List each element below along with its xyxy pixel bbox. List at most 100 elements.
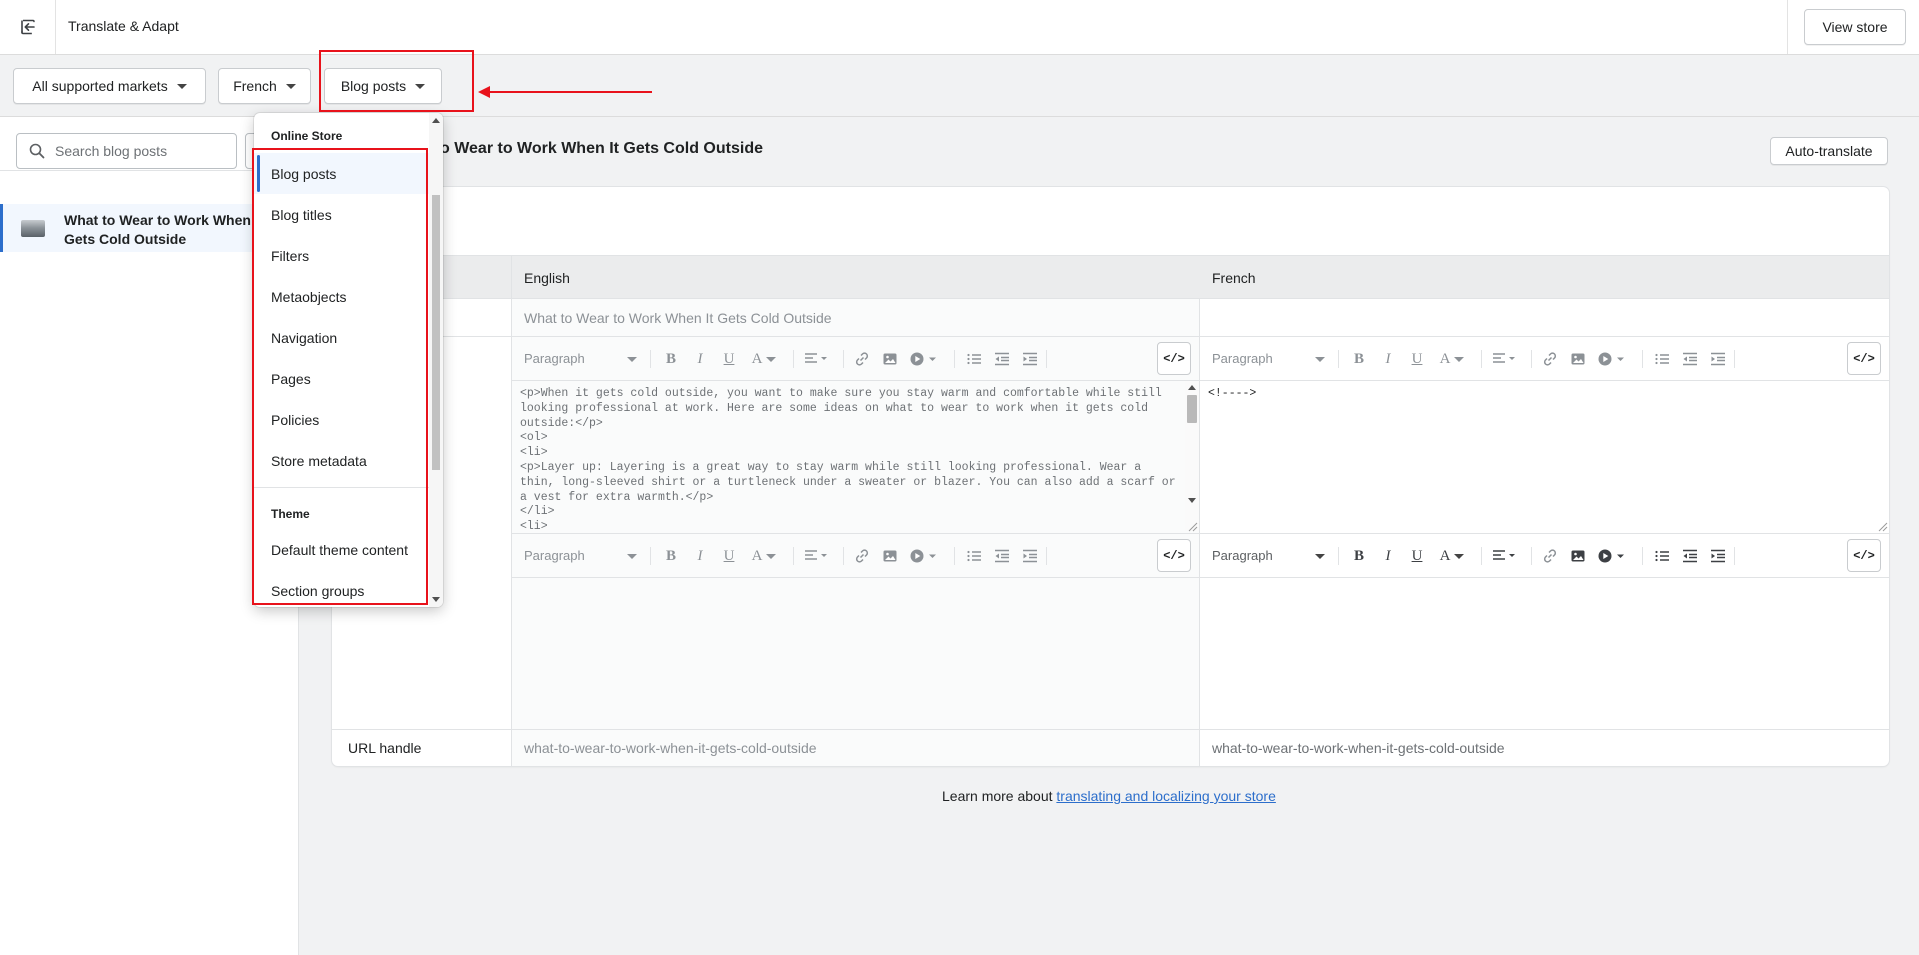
bold-icon: B [1353,350,1364,367]
code-view-toggle[interactable]: </> [1847,342,1881,375]
body-target-editor[interactable]: Paragraph B I U A </> <!----> [1200,337,1889,533]
image-icon [1568,349,1588,369]
caret-down-icon [415,83,426,89]
dropdown-item-blog-posts[interactable]: Blog posts [254,153,429,194]
underline-icon[interactable]: U [1407,546,1427,566]
outdent-icon [1680,349,1700,369]
code-view-toggle[interactable]: </> [1157,539,1191,572]
toolbar-separator [1481,350,1482,368]
dropdown-item-policies[interactable]: Policies [254,399,429,440]
excerpt-target-editor[interactable]: Paragraph B I U A </> [1200,533,1889,729]
indent-icon[interactable] [1708,546,1728,566]
bold-icon: B [665,350,676,367]
dropdown-section-theme: Theme [271,507,310,521]
dropdown-item-pages[interactable]: Pages [254,358,429,399]
editor-toolbar: Paragraph B I U A </> [1200,337,1889,381]
align-icon[interactable] [1490,546,1520,566]
align-icon [802,349,832,369]
annotation-arrow-icon [478,86,490,98]
target-html-code[interactable]: <!----> [1200,381,1889,533]
bullet-list-icon [1652,349,1672,369]
learn-more-link[interactable]: translating and localizing your store [1056,788,1275,804]
indent-icon [1708,349,1728,369]
scroll-thumb[interactable] [1187,395,1197,423]
paragraph-format-select[interactable]: Paragraph [1212,548,1273,563]
exit-button[interactable] [0,0,56,54]
outdent-icon[interactable] [1680,546,1700,566]
search-input[interactable] [55,143,215,159]
code-view-toggle[interactable]: </> [1157,342,1191,375]
image-icon[interactable] [1568,546,1588,566]
resize-grip-icon[interactable] [1878,522,1888,532]
language-select-label: French [233,78,277,94]
dropdown-divider [254,487,429,488]
video-icon[interactable] [1596,546,1630,566]
toolbar-separator [1642,547,1643,565]
title-row: What to Wear to Work When It Gets Cold O… [332,299,1889,337]
url-target-field[interactable]: what-to-wear-to-work-when-it-gets-cold-o… [1200,730,1889,766]
resize-grip-icon[interactable] [1188,522,1198,532]
source-code-scrollbar[interactable] [1185,381,1199,531]
scroll-thumb[interactable] [432,195,440,470]
auto-translate-button[interactable]: Auto-translate [1770,137,1888,165]
source-html-code: <p>When it gets cold outside, you want t… [520,387,1176,533]
dropdown-item-default-theme-content[interactable]: Default theme content [254,529,429,570]
italic-icon: I [697,547,703,564]
link-icon[interactable] [1540,546,1560,566]
align-icon [1490,349,1520,369]
caret-down-icon [627,554,637,559]
toolbar-separator [843,547,844,565]
dropdown-item-navigation[interactable]: Navigation [254,317,429,358]
image-icon [880,349,900,369]
col-divider [511,256,512,300]
bullet-list-icon[interactable] [1652,546,1672,566]
image-icon [880,546,900,566]
link-icon [1540,349,1560,369]
dropdown-item-section-groups[interactable]: Section groups [254,570,429,607]
toolbar-separator [1531,350,1532,368]
link-icon [852,349,872,369]
dropdown-item-metaobjects[interactable]: Metaobjects [254,276,429,317]
outdent-icon [992,546,1012,566]
title-source-text: What to Wear to Work When It Gets Cold O… [524,310,832,326]
text-color-icon[interactable]: A [1437,546,1467,566]
dropdown-scrollbar[interactable] [429,113,443,607]
page-title: o Wear to Work When It Gets Cold Outside [440,140,763,157]
toolbar-separator [954,547,955,565]
dropdown-item-filters[interactable]: Filters [254,235,429,276]
italic-icon[interactable]: I [1378,546,1398,566]
bold-icon: B [665,547,676,564]
toolbar-separator [843,350,844,368]
filter-bar: All supported markets French Blog posts [0,56,1919,117]
market-select-label: All supported markets [32,78,168,94]
code-view-toggle[interactable]: </> [1847,539,1881,572]
dropdown-item-label: Pages [271,370,311,387]
caret-down-icon [1315,357,1325,362]
bold-icon[interactable]: B [1349,546,1369,566]
resource-type-select[interactable]: Blog posts [324,68,442,104]
search-field[interactable] [16,133,237,169]
paragraph-format-select: Paragraph [1212,351,1273,366]
url-target-text: what-to-wear-to-work-when-it-gets-cold-o… [1212,740,1505,756]
text-color-icon: A [1437,349,1467,369]
underline-icon: U [1411,350,1423,367]
dropdown-item-label: Default theme content [271,541,408,558]
language-select[interactable]: French [218,68,311,104]
learn-more-text: Learn more about translating and localiz… [942,788,1276,804]
scroll-up-arrow [1188,385,1196,390]
toolbar-separator [793,547,794,565]
bullet-list-icon [964,546,984,566]
caret-down-icon [285,83,296,89]
editor-toolbar: Paragraph B I U A </> [512,534,1199,578]
search-icon [29,143,45,159]
view-store-button[interactable]: View store [1804,9,1906,45]
sidebar-item-label: What to Wear to Work When It Gets Cold O… [64,212,264,247]
url-source-text: what-to-wear-to-work-when-it-gets-cold-o… [524,740,817,756]
title-target-field[interactable] [1200,299,1889,336]
market-select[interactable]: All supported markets [13,68,206,104]
dropdown-item-store-metadata[interactable]: Store metadata [254,440,429,481]
indent-icon [1020,349,1040,369]
excerpt-source-editor: Paragraph B I U A </> [511,533,1200,729]
dropdown-item-blog-titles[interactable]: Blog titles [254,194,429,235]
video-icon [908,349,942,369]
